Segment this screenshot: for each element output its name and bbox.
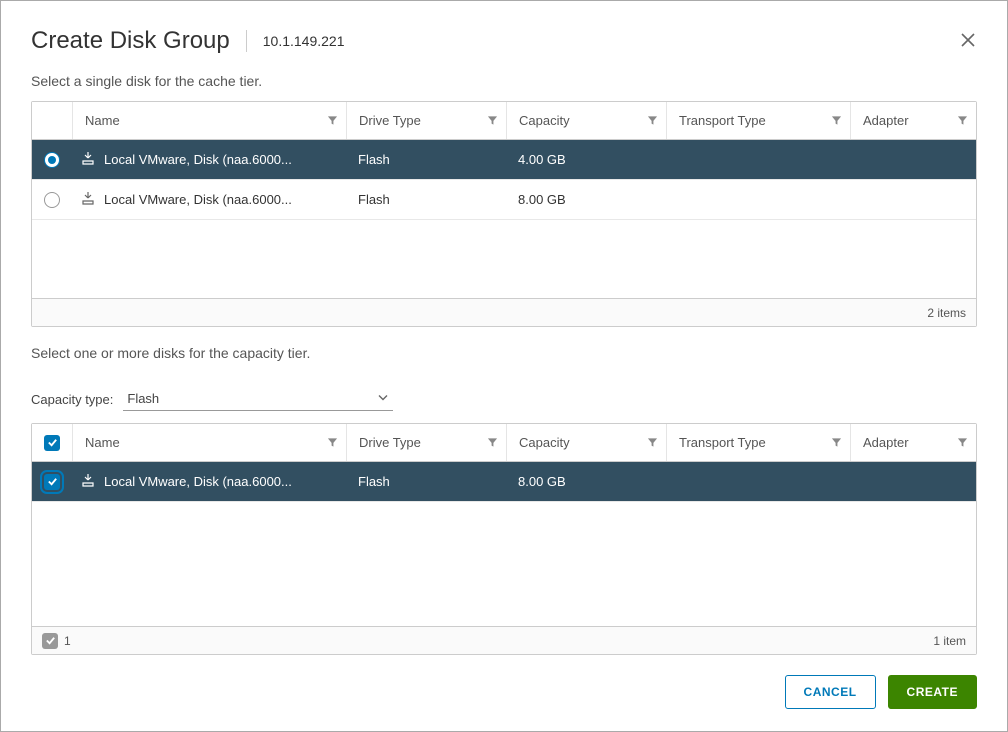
- radio-unselected[interactable]: [44, 192, 60, 208]
- cache-row[interactable]: Local VMware, Disk (naa.6000... Flash 8.…: [32, 180, 976, 220]
- cache-row[interactable]: Local VMware, Disk (naa.6000... Flash 4.…: [32, 140, 976, 180]
- filter-icon[interactable]: [327, 113, 338, 128]
- cache-tier-instruction: Select a single disk for the cache tier.: [31, 73, 977, 89]
- close-icon: [959, 31, 977, 49]
- column-label: Drive Type: [359, 435, 421, 450]
- capacity-column-drive-type[interactable]: Drive Type: [346, 424, 506, 461]
- filter-icon[interactable]: [957, 113, 968, 128]
- filter-icon[interactable]: [647, 435, 658, 450]
- filter-icon[interactable]: [327, 435, 338, 450]
- drive-type-value: Flash: [346, 474, 506, 489]
- dialog-header-left: Create Disk Group 10.1.149.221: [31, 27, 345, 55]
- capacity-column-capacity[interactable]: Capacity: [506, 424, 666, 461]
- checkbox-checked[interactable]: [44, 474, 60, 490]
- radio-selected[interactable]: [44, 152, 60, 168]
- cache-item-count: 2 items: [927, 306, 966, 320]
- column-label: Drive Type: [359, 113, 421, 128]
- column-label: Capacity: [519, 435, 570, 450]
- cache-grid-footer: 2 items: [32, 298, 976, 326]
- cache-column-drive-type[interactable]: Drive Type: [346, 102, 506, 139]
- capacity-column-name[interactable]: Name: [72, 424, 346, 461]
- drive-type-value: Flash: [346, 152, 506, 167]
- disk-icon: [80, 150, 96, 169]
- cache-column-select: [32, 102, 72, 139]
- cache-column-capacity[interactable]: Capacity: [506, 102, 666, 139]
- capacity-type-select[interactable]: Flash: [123, 387, 393, 411]
- dialog-header: Create Disk Group 10.1.149.221: [31, 27, 977, 55]
- create-disk-group-dialog: Create Disk Group 10.1.149.221 Select a …: [0, 0, 1008, 732]
- capacity-value: 8.00 GB: [506, 474, 666, 489]
- filter-icon[interactable]: [831, 435, 842, 450]
- disk-name: Local VMware, Disk (naa.6000...: [104, 474, 292, 489]
- capacity-tier-grid: Name Drive Type Capacity Transport Type: [31, 423, 977, 655]
- capacity-grid-footer: 1 1 item: [32, 626, 976, 654]
- capacity-select-all[interactable]: [32, 424, 72, 461]
- capacity-selected-count: 1: [64, 634, 71, 648]
- cache-column-name[interactable]: Name: [72, 102, 346, 139]
- close-button[interactable]: [959, 31, 977, 52]
- dialog-host-ip: 10.1.149.221: [263, 33, 345, 49]
- dialog-title: Create Disk Group: [31, 27, 230, 55]
- disk-icon: [80, 190, 96, 209]
- drive-type-value: Flash: [346, 192, 506, 207]
- disk-name: Local VMware, Disk (naa.6000...: [104, 192, 292, 207]
- capacity-column-adapter[interactable]: Adapter: [850, 424, 976, 461]
- column-label: Transport Type: [679, 435, 766, 450]
- cancel-button[interactable]: CANCEL: [785, 675, 876, 709]
- disk-icon: [80, 472, 96, 491]
- column-label: Transport Type: [679, 113, 766, 128]
- capacity-value: 8.00 GB: [506, 192, 666, 207]
- capacity-row[interactable]: Local VMware, Disk (naa.6000... Flash 8.…: [32, 462, 976, 502]
- capacity-tier-instruction: Select one or more disks for the capacit…: [31, 345, 977, 361]
- filter-icon[interactable]: [647, 113, 658, 128]
- capacity-type-label: Capacity type:: [31, 392, 113, 407]
- create-button[interactable]: CREATE: [888, 675, 977, 709]
- cache-grid-header: Name Drive Type Capacity Transport Type: [32, 102, 976, 140]
- column-label: Capacity: [519, 113, 570, 128]
- capacity-value: 4.00 GB: [506, 152, 666, 167]
- capacity-type-value: Flash: [123, 387, 393, 411]
- checkbox-indicator-icon: [42, 633, 58, 649]
- checkbox-checked[interactable]: [44, 435, 60, 451]
- column-label: Adapter: [863, 113, 909, 128]
- dialog-actions: CANCEL CREATE: [31, 675, 977, 709]
- capacity-grid-header: Name Drive Type Capacity Transport Type: [32, 424, 976, 462]
- filter-icon[interactable]: [487, 435, 498, 450]
- capacity-column-transport-type[interactable]: Transport Type: [666, 424, 850, 461]
- column-label: Name: [85, 435, 120, 450]
- capacity-grid-body: Local VMware, Disk (naa.6000... Flash 8.…: [32, 462, 976, 626]
- title-divider: [246, 30, 247, 52]
- column-label: Name: [85, 113, 120, 128]
- disk-name: Local VMware, Disk (naa.6000...: [104, 152, 292, 167]
- filter-icon[interactable]: [831, 113, 842, 128]
- filter-icon[interactable]: [487, 113, 498, 128]
- filter-icon[interactable]: [957, 435, 968, 450]
- capacity-item-count: 1 item: [933, 634, 966, 648]
- cache-grid-body: Local VMware, Disk (naa.6000... Flash 4.…: [32, 140, 976, 298]
- capacity-type-row: Capacity type: Flash: [31, 387, 977, 411]
- cache-tier-grid: Name Drive Type Capacity Transport Type: [31, 101, 977, 327]
- cache-column-adapter[interactable]: Adapter: [850, 102, 976, 139]
- column-label: Adapter: [863, 435, 909, 450]
- cache-column-transport-type[interactable]: Transport Type: [666, 102, 850, 139]
